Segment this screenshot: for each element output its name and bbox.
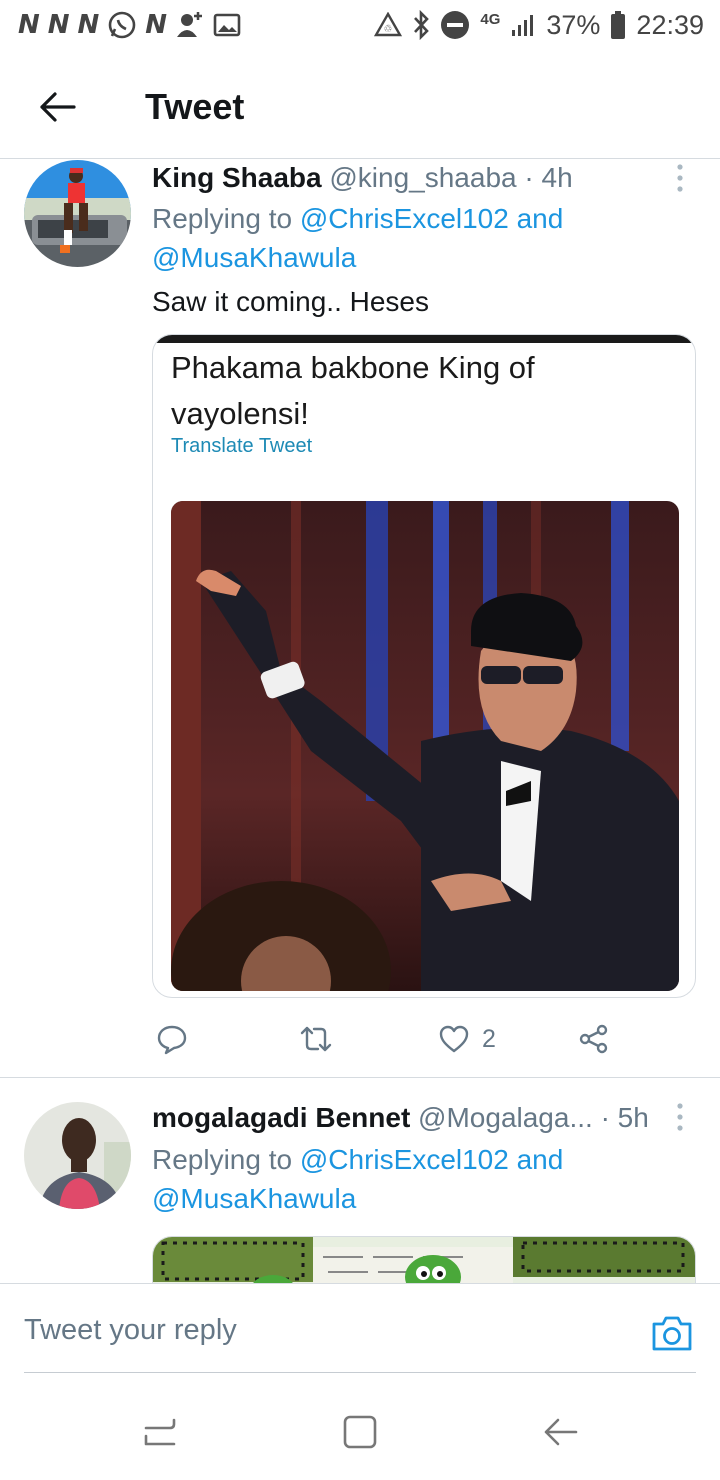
tweet[interactable]: King Shaaba @king_shaaba · 4h Replying t… <box>0 160 720 1078</box>
translate-link: Translate Tweet <box>171 435 313 457</box>
svg-text:♲: ♲ <box>384 24 393 35</box>
replying-and: and <box>508 1144 564 1175</box>
add-contact-icon <box>177 12 203 37</box>
retweet-button[interactable] <box>298 1016 334 1062</box>
notification-icons: N N N N <box>18 8 241 42</box>
camera-icon[interactable] <box>650 1313 694 1353</box>
notification-n-icon: N <box>77 10 100 40</box>
nav-back-icon[interactable] <box>540 1412 580 1452</box>
replying-prefix: Replying to <box>152 1144 300 1175</box>
system-status: ♲ 4G 37% 22:39 <box>374 8 704 42</box>
tweet[interactable]: mogalagadi Bennet @Mogalaga... · 5h Repl… <box>0 1100 720 1283</box>
avatar[interactable] <box>24 1102 131 1209</box>
whatsapp-icon <box>108 11 136 39</box>
data-saver-icon: ♲ <box>374 12 403 37</box>
tweet-header: King Shaaba @king_shaaba · 4h <box>152 160 573 196</box>
user-handle[interactable]: @Mogalaga... <box>418 1102 593 1133</box>
mention-link[interactable]: @MusaKhawula <box>152 242 356 273</box>
cartoon-image <box>153 1237 695 1283</box>
stage-photo <box>171 501 679 991</box>
retweet-icon <box>300 1026 332 1052</box>
share-icon <box>579 1024 608 1054</box>
more-vertical-icon[interactable] <box>674 1102 686 1132</box>
notification-n-icon: N <box>18 10 40 40</box>
tweet-image[interactable]: Phakama bakbone King of vayolensi! Trans… <box>152 334 696 998</box>
replying-and: and <box>508 203 564 234</box>
more-vertical-icon[interactable] <box>674 163 686 193</box>
mention-link[interactable]: @MusaKhawula <box>152 1183 356 1214</box>
display-name[interactable]: mogalagadi Bennet <box>152 1102 410 1133</box>
user-handle[interactable]: @king_shaaba <box>329 162 516 193</box>
recents-icon[interactable] <box>140 1412 180 1452</box>
reply-icon <box>157 1025 187 1055</box>
tweet-text: Saw it coming.. Heses <box>152 286 429 317</box>
tweet-actions: 2 <box>152 1016 672 1062</box>
replying-prefix: Replying to <box>152 203 300 234</box>
clock: 22:39 <box>636 9 704 40</box>
tweet-divider <box>0 1077 720 1078</box>
network-type-label: 4G <box>480 10 501 28</box>
replying-to: Replying to @ChrisExcel102 and @MusaKhawu… <box>152 1140 622 1218</box>
replying-to: Replying to @ChrisExcel102 and @MusaKhawu… <box>152 199 622 277</box>
signal-icon <box>512 15 534 36</box>
quoted-text: Phakama bakbone King of vayolensi! <box>171 350 535 431</box>
tweet-time: · 5h <box>600 1102 649 1133</box>
like-button[interactable]: 2 <box>438 1016 496 1062</box>
avatar-photo <box>24 1102 131 1209</box>
status-bar: N N N N ♲ 4G 37% 22:39 <box>0 0 720 52</box>
image-top-edge <box>153 335 695 343</box>
image-icon <box>213 13 241 37</box>
avatar-photo <box>24 160 131 267</box>
mention-link[interactable]: @ChrisExcel102 <box>300 1144 509 1175</box>
home-icon[interactable] <box>340 1412 380 1452</box>
share-button[interactable] <box>578 1016 610 1062</box>
tweet-header: mogalagadi Bennet @Mogalaga... · 5h <box>152 1100 649 1136</box>
notification-n-icon: N <box>145 10 168 40</box>
display-name[interactable]: King Shaaba <box>152 162 322 193</box>
battery-icon <box>611 11 626 39</box>
do-not-disturb-icon <box>441 11 470 39</box>
bluetooth-icon <box>414 10 430 40</box>
like-icon <box>439 1025 469 1053</box>
mention-link[interactable]: @ChrisExcel102 <box>300 203 509 234</box>
reply-input[interactable] <box>24 1290 624 1370</box>
battery-percentage: 37% <box>546 9 601 40</box>
reply-button[interactable] <box>156 1016 188 1062</box>
notification-n-icon: N <box>47 10 70 40</box>
back-arrow-icon[interactable] <box>36 86 78 128</box>
tweet-image-preview[interactable] <box>152 1236 696 1283</box>
photo-illustration <box>171 501 679 991</box>
reply-underline <box>24 1372 696 1373</box>
system-navigation-bar <box>0 1392 720 1480</box>
avatar[interactable] <box>24 160 131 267</box>
tweet-time: · 4h <box>524 162 573 193</box>
like-count: 2 <box>482 1024 496 1053</box>
top-app-bar: Tweet <box>0 60 720 159</box>
page-title: Tweet <box>145 86 245 127</box>
